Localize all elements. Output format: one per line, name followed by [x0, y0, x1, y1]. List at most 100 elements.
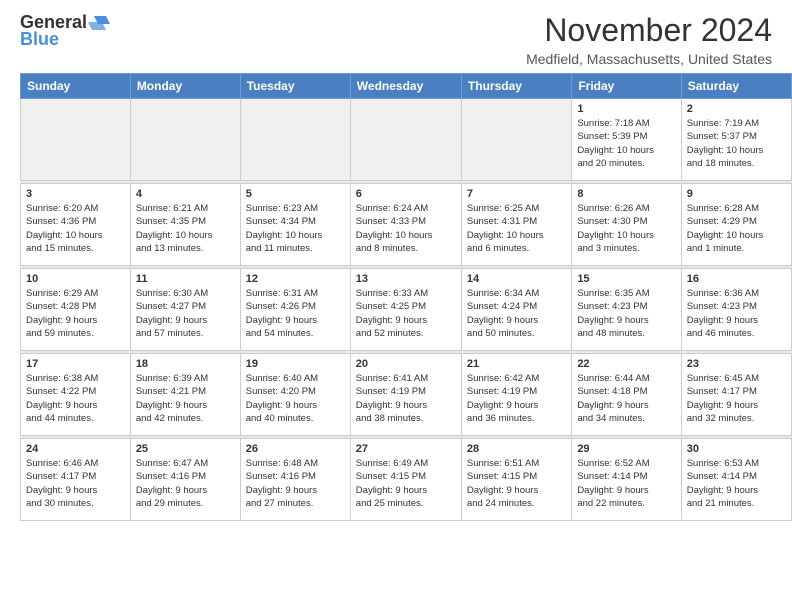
calendar-cell: 18 Sunrise: 6:39 AM Sunset: 4:21 PM Dayli…	[130, 354, 240, 436]
day-number: 14	[467, 273, 566, 285]
calendar-wrapper: SundayMondayTuesdayWednesdayThursdayFrid…	[0, 73, 792, 529]
day-number: 1	[577, 103, 675, 115]
day-info: Sunrise: 6:31 AM Sunset: 4:26 PM Dayligh…	[246, 287, 345, 340]
day-number: 28	[467, 443, 566, 455]
calendar-cell: 11Sunrise: 6:30 AM Sunset: 4:27 PM Dayli…	[130, 269, 240, 351]
calendar-table: SundayMondayTuesdayWednesdayThursdayFrid…	[20, 73, 792, 521]
day-info: Sunrise: 6:35 AM Sunset: 4:23 PM Dayligh…	[577, 287, 675, 340]
calendar-cell: 24 Sunrise: 6:46 AM Sunset: 4:17 PM Dayli…	[21, 439, 131, 521]
day-info: Sunrise: 6:23 AM Sunset: 4:34 PM Dayligh…	[246, 202, 345, 255]
calendar-cell: 3 Sunrise: 6:20 AM Sunset: 4:36 PM Daylig…	[21, 184, 131, 266]
calendar-cell: 14 Sunrise: 6:34 AM Sunset: 4:24 PM Dayli…	[461, 269, 571, 351]
day-info: Sunrise: 6:33 AM Sunset: 4:25 PM Dayligh…	[356, 287, 456, 340]
day-info: Sunrise: 7:19 AM Sunset: 5:37 PM Dayligh…	[687, 117, 786, 170]
day-info: Sunrise: 6:26 AM Sunset: 4:30 PM Dayligh…	[577, 202, 675, 255]
calendar-cell: 8 Sunrise: 6:26 AM Sunset: 4:30 PM Daylig…	[572, 184, 681, 266]
calendar-cell: 13 Sunrise: 6:33 AM Sunset: 4:25 PM Dayli…	[350, 269, 461, 351]
day-of-week-header: Saturday	[681, 74, 791, 99]
day-info: Sunrise: 6:30 AM Sunset: 4:27 PM Dayligh…	[136, 287, 235, 340]
calendar-cell: 7Sunrise: 6:25 AM Sunset: 4:31 PM Daylig…	[461, 184, 571, 266]
calendar-cell: 20Sunrise: 6:41 AM Sunset: 4:19 PM Dayli…	[350, 354, 461, 436]
day-info: Sunrise: 6:20 AM Sunset: 4:36 PM Dayligh…	[26, 202, 125, 255]
day-info: Sunrise: 6:48 AM Sunset: 4:16 PM Dayligh…	[246, 457, 345, 510]
calendar-cell: 28 Sunrise: 6:51 AM Sunset: 4:15 PM Dayli…	[461, 439, 571, 521]
day-number: 19	[246, 358, 345, 370]
calendar-cell: 19 Sunrise: 6:40 AM Sunset: 4:20 PM Dayli…	[240, 354, 350, 436]
calendar-cell: 23Sunrise: 6:45 AM Sunset: 4:17 PM Dayli…	[681, 354, 791, 436]
calendar-cell: 9 Sunrise: 6:28 AM Sunset: 4:29 PM Daylig…	[681, 184, 791, 266]
day-info: Sunrise: 6:49 AM Sunset: 4:15 PM Dayligh…	[356, 457, 456, 510]
day-info: Sunrise: 6:34 AM Sunset: 4:24 PM Dayligh…	[467, 287, 566, 340]
day-of-week-header: Tuesday	[240, 74, 350, 99]
day-number: 8	[577, 188, 675, 200]
day-info: Sunrise: 6:39 AM Sunset: 4:21 PM Dayligh…	[136, 372, 235, 425]
day-number: 2	[687, 103, 786, 115]
location: Medfield, Massachusetts, United States	[526, 51, 772, 67]
logo: General Blue	[20, 12, 111, 50]
calendar-cell	[350, 99, 461, 181]
day-info: Sunrise: 6:52 AM Sunset: 4:14 PM Dayligh…	[577, 457, 675, 510]
calendar-cell: 2 Sunrise: 7:19 AM Sunset: 5:37 PM Daylig…	[681, 99, 791, 181]
day-info: Sunrise: 6:36 AM Sunset: 4:23 PM Dayligh…	[687, 287, 786, 340]
day-number: 9	[687, 188, 786, 200]
calendar-cell: 25 Sunrise: 6:47 AM Sunset: 4:16 PM Dayli…	[130, 439, 240, 521]
day-of-week-header: Thursday	[461, 74, 571, 99]
calendar-cell: 5 Sunrise: 6:23 AM Sunset: 4:34 PM Daylig…	[240, 184, 350, 266]
day-info: Sunrise: 6:28 AM Sunset: 4:29 PM Dayligh…	[687, 202, 786, 255]
day-number: 12	[246, 273, 345, 285]
logo-icon	[88, 14, 110, 32]
calendar-cell: 30 Sunrise: 6:53 AM Sunset: 4:14 PM Dayli…	[681, 439, 791, 521]
day-number: 23	[687, 358, 786, 370]
day-number: 4	[136, 188, 235, 200]
day-of-week-header: Monday	[130, 74, 240, 99]
calendar-cell: 15 Sunrise: 6:35 AM Sunset: 4:23 PM Dayli…	[572, 269, 681, 351]
day-number: 16	[687, 273, 786, 285]
day-number: 29	[577, 443, 675, 455]
day-number: 15	[577, 273, 675, 285]
calendar-cell: 6Sunrise: 6:24 AM Sunset: 4:33 PM Daylig…	[350, 184, 461, 266]
day-number: 30	[687, 443, 786, 455]
day-info: Sunrise: 6:40 AM Sunset: 4:20 PM Dayligh…	[246, 372, 345, 425]
calendar-cell: 12 Sunrise: 6:31 AM Sunset: 4:26 PM Dayli…	[240, 269, 350, 351]
calendar-cell	[21, 99, 131, 181]
day-info: Sunrise: 6:29 AM Sunset: 4:28 PM Dayligh…	[26, 287, 125, 340]
day-info: Sunrise: 6:47 AM Sunset: 4:16 PM Dayligh…	[136, 457, 235, 510]
day-info: Sunrise: 6:38 AM Sunset: 4:22 PM Dayligh…	[26, 372, 125, 425]
calendar-cell	[240, 99, 350, 181]
calendar-header: SundayMondayTuesdayWednesdayThursdayFrid…	[21, 74, 792, 99]
day-number: 26	[246, 443, 345, 455]
day-number: 22	[577, 358, 675, 370]
day-info: Sunrise: 7:18 AM Sunset: 5:39 PM Dayligh…	[577, 117, 675, 170]
calendar-cell	[130, 99, 240, 181]
header: General Blue November 2024 Medfield, Mas…	[0, 0, 792, 73]
day-number: 18	[136, 358, 235, 370]
calendar-cell: 22Sunrise: 6:44 AM Sunset: 4:18 PM Dayli…	[572, 354, 681, 436]
month-title: November 2024	[526, 12, 772, 49]
day-info: Sunrise: 6:53 AM Sunset: 4:14 PM Dayligh…	[687, 457, 786, 510]
day-of-week-header: Sunday	[21, 74, 131, 99]
calendar-cell: 21Sunrise: 6:42 AM Sunset: 4:19 PM Dayli…	[461, 354, 571, 436]
calendar-cell: 29 Sunrise: 6:52 AM Sunset: 4:14 PM Dayli…	[572, 439, 681, 521]
calendar-cell: 4 Sunrise: 6:21 AM Sunset: 4:35 PM Daylig…	[130, 184, 240, 266]
day-number: 25	[136, 443, 235, 455]
day-number: 21	[467, 358, 566, 370]
day-info: Sunrise: 6:51 AM Sunset: 4:15 PM Dayligh…	[467, 457, 566, 510]
day-info: Sunrise: 6:46 AM Sunset: 4:17 PM Dayligh…	[26, 457, 125, 510]
calendar-cell: 1 Sunrise: 7:18 AM Sunset: 5:39 PM Daylig…	[572, 99, 681, 181]
day-number: 17	[26, 358, 125, 370]
day-number: 24	[26, 443, 125, 455]
day-info: Sunrise: 6:21 AM Sunset: 4:35 PM Dayligh…	[136, 202, 235, 255]
day-number: 7	[467, 188, 566, 200]
title-section: November 2024 Medfield, Massachusetts, U…	[526, 12, 772, 67]
calendar-cell: 27 Sunrise: 6:49 AM Sunset: 4:15 PM Dayli…	[350, 439, 461, 521]
day-number: 13	[356, 273, 456, 285]
day-of-week-header: Friday	[572, 74, 681, 99]
day-number: 27	[356, 443, 456, 455]
logo-blue-text: Blue	[20, 29, 59, 50]
day-number: 5	[246, 188, 345, 200]
day-info: Sunrise: 6:24 AM Sunset: 4:33 PM Dayligh…	[356, 202, 456, 255]
day-number: 10	[26, 273, 125, 285]
day-info: Sunrise: 6:41 AM Sunset: 4:19 PM Dayligh…	[356, 372, 456, 425]
day-number: 3	[26, 188, 125, 200]
calendar-cell	[461, 99, 571, 181]
